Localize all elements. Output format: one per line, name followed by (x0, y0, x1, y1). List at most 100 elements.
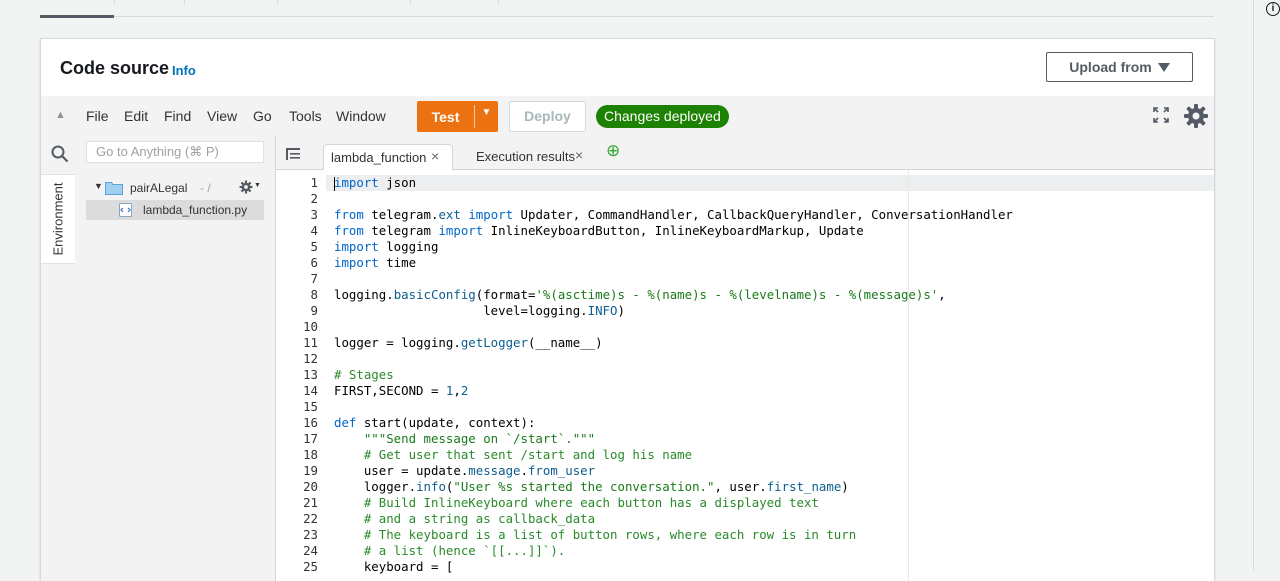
line-number: 6 (310, 255, 318, 270)
code-line[interactable]: # The keyboard is a list of button rows,… (334, 527, 856, 543)
line-number: 13 (303, 367, 318, 382)
panel-title: Code source (60, 58, 170, 78)
tab-lambda-function[interactable]: lambda_function × (323, 144, 453, 170)
line-number: 9 (310, 303, 318, 318)
tab-label: lambda_function (331, 150, 427, 165)
code-line[interactable]: logging.basicConfig(format='%(asctime)s … (334, 287, 946, 303)
folder-icon (105, 182, 123, 195)
code-line[interactable]: level=logging.INFO) (334, 303, 625, 319)
tab-separator (277, 0, 278, 4)
page-tabs (40, 0, 1214, 18)
code-line[interactable]: import json (334, 175, 416, 191)
line-number: 2 (310, 191, 318, 206)
tab-separator (410, 0, 411, 4)
tree-file-item[interactable]: lambda_function.py (86, 200, 264, 220)
status-badge: Changes deployed (596, 105, 729, 128)
tree-folder[interactable]: ▼ pairALegal - / ▼ (94, 179, 264, 197)
tab-separator (114, 0, 115, 4)
line-number: 17 (303, 431, 318, 446)
tab-execution-results[interactable]: Execution results × (469, 144, 599, 169)
line-number: 1 (310, 175, 318, 190)
line-number: 20 (303, 479, 318, 494)
info-icon[interactable]: i (1266, 2, 1280, 16)
caret-down-icon[interactable]: ▼ (254, 182, 261, 189)
code-source-panel: Code source Info Upload from ▲ File Edit… (40, 38, 1215, 581)
deploy-button[interactable]: Deploy (509, 101, 586, 132)
line-number: 12 (303, 351, 318, 366)
code-line[interactable]: import logging (334, 239, 438, 255)
line-number: 21 (303, 495, 318, 510)
ide-toolbar: ▲ File Edit Find View Go Tools Window Te… (41, 96, 1214, 137)
active-line-highlight (326, 175, 1214, 191)
tab-list-icon[interactable] (286, 148, 300, 160)
code-line[interactable]: user = update.message.from_user (334, 463, 595, 479)
line-number: 16 (303, 415, 318, 430)
gear-icon[interactable] (239, 180, 253, 194)
code-line[interactable]: # Build InlineKeyboard where each button… (334, 495, 819, 511)
active-page-tab-indicator (40, 15, 114, 18)
test-button[interactable]: Test ▼ (417, 101, 498, 132)
tab-label: Execution results (476, 149, 575, 164)
environment-tab[interactable]: Environment (41, 174, 75, 264)
menu-file[interactable]: File (86, 108, 109, 124)
line-number: 22 (303, 511, 318, 526)
add-tab-icon[interactable]: ⊕ (606, 141, 620, 161)
search-icon[interactable] (51, 145, 69, 163)
upload-from-button[interactable]: Upload from (1046, 52, 1193, 82)
line-number: 4 (310, 223, 318, 238)
folder-name: pairALegal (130, 181, 188, 195)
line-number: 24 (303, 543, 318, 558)
line-number: 8 (310, 287, 318, 302)
print-margin (908, 170, 909, 581)
file-name: lambda_function.py (143, 203, 248, 217)
fullscreen-icon[interactable] (1153, 107, 1169, 123)
info-link[interactable]: Info (172, 63, 196, 78)
line-number: 5 (310, 239, 318, 254)
code-line[interactable]: keyboard = [ (334, 559, 454, 575)
menu-go[interactable]: Go (253, 108, 272, 124)
code-line[interactable]: def start(update, context): (334, 415, 535, 431)
code-line[interactable]: import time (334, 255, 416, 271)
menu-window[interactable]: Window (336, 108, 386, 124)
line-number: 3 (310, 207, 318, 222)
collapse-icon[interactable]: ▲ (55, 109, 66, 121)
side-panel-divider (1253, 0, 1254, 570)
code-line[interactable]: # a list (hence `[[...]]`). (334, 543, 565, 559)
go-to-anything-input[interactable] (86, 141, 264, 163)
code-line[interactable]: from telegram import InlineKeyboardButto… (334, 223, 864, 239)
menu-find[interactable]: Find (164, 108, 191, 124)
line-number: 7 (310, 271, 318, 286)
panel-switcher: Environment (41, 136, 77, 581)
caret-down-icon[interactable]: ▼ (94, 181, 103, 191)
code-editor[interactable]: import json from telegram.ext import Upda… (326, 170, 1214, 581)
close-icon[interactable]: × (431, 148, 439, 164)
folder-path: - / (200, 181, 211, 195)
menu-tools[interactable]: Tools (289, 108, 322, 124)
environment-tab-label: Environment (50, 182, 66, 256)
close-icon[interactable]: × (575, 147, 583, 163)
tab-separator (184, 0, 185, 4)
gear-icon[interactable] (1183, 103, 1209, 129)
line-number: 11 (303, 335, 318, 350)
line-number: 18 (303, 447, 318, 462)
code-line[interactable]: # and a string as callback_data (334, 511, 595, 527)
caret-down-icon[interactable]: ▼ (475, 107, 498, 118)
code-line[interactable]: logger.info("User %s started the convers… (334, 479, 849, 495)
caret-down-icon (1157, 62, 1170, 72)
code-line[interactable]: logger = logging.getLogger(__name__) (334, 335, 603, 351)
line-number: 25 (303, 559, 318, 574)
menu-view[interactable]: View (207, 108, 237, 124)
line-number-gutter: 1 2 3 4 5 6 7 8 9 10 11 12 13 14 15 16 17 18 19 20 21 22 23 24 2… (276, 170, 326, 581)
line-number: 10 (303, 319, 318, 334)
code-line[interactable]: # Stages (334, 367, 394, 383)
code-line[interactable]: FIRST,SECOND = 1,2 (334, 383, 468, 399)
file-tree: ▼ pairALegal - / ▼ (76, 136, 276, 581)
menu-edit[interactable]: Edit (124, 108, 148, 124)
code-line[interactable]: # Get user that sent /start and log his … (334, 447, 692, 463)
code-line[interactable]: """Send message on `/start`.""" (334, 431, 595, 447)
line-number: 23 (303, 527, 318, 542)
code-line[interactable]: from telegram.ext import Updater, Comman… (334, 207, 1013, 223)
line-number: 19 (303, 463, 318, 478)
test-button-label: Test (431, 109, 460, 125)
editor-tab-bar: lambda_function × Execution results × ⊕ (276, 136, 1214, 170)
